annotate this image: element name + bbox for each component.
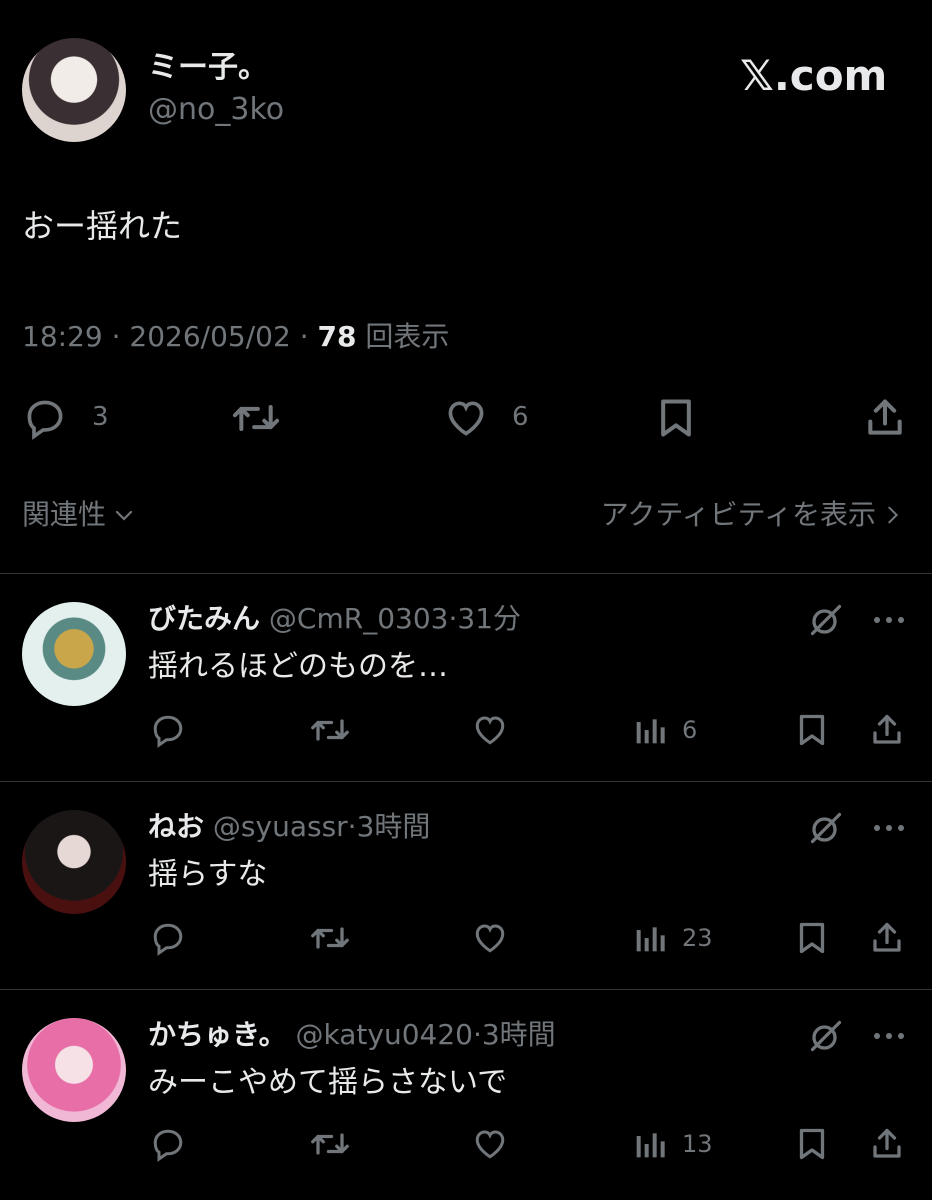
share-icon[interactable] — [868, 920, 906, 956]
reply-author-name[interactable]: ねお — [148, 810, 204, 843]
bookmark-icon[interactable] — [794, 920, 830, 956]
grok-icon[interactable] — [808, 1018, 844, 1054]
sort-label: 関連性 — [22, 498, 107, 531]
post-text: おー揺れた — [22, 207, 183, 245]
reply-author-handle[interactable]: @CmR_0303 — [269, 602, 449, 635]
like-icon[interactable] — [470, 920, 510, 956]
reply-time[interactable]: 3時間 — [482, 1018, 556, 1051]
reply-text: 揺らすな — [148, 857, 268, 892]
view-activity-link[interactable]: アクティビティを表示 — [601, 497, 904, 533]
reply-time[interactable]: 3時間 — [357, 810, 431, 843]
bookmark-icon[interactable] — [654, 396, 698, 440]
reply-item[interactable]: かちゅき。 @katyu0420·3時間 みーこやめて揺らさないで 13 — [0, 990, 932, 1200]
repost-icon[interactable] — [308, 1126, 352, 1162]
like-icon[interactable] — [470, 712, 510, 748]
meta-separator: · — [299, 320, 309, 353]
post-time: 18:29 — [22, 320, 103, 353]
meta-separator: · — [347, 810, 357, 843]
reply-count: 3 — [92, 402, 109, 432]
reply-avatar[interactable] — [22, 1018, 126, 1122]
reply-icon[interactable] — [148, 920, 188, 956]
views-icon[interactable] — [634, 922, 666, 954]
share-icon[interactable] — [862, 396, 908, 440]
reply-header: かちゅき。 @katyu0420·3時間 — [148, 1018, 556, 1052]
reply-author-name[interactable]: かちゅき。 — [148, 1018, 287, 1051]
like-count: 6 — [512, 402, 529, 432]
author-name[interactable]: ミー子。 — [148, 50, 268, 86]
reply-author-name[interactable]: びたみん — [148, 602, 260, 635]
views-label: 回表示 — [365, 320, 450, 353]
repost-icon[interactable] — [230, 396, 282, 440]
reply-icon[interactable] — [148, 1126, 188, 1162]
views-icon[interactable] — [634, 1128, 666, 1160]
post-date[interactable]: 2026/05/02 — [129, 320, 290, 353]
reply-text: みーこやめて揺らさないで — [148, 1065, 508, 1100]
more-options-icon[interactable] — [872, 822, 906, 834]
grok-icon[interactable] — [808, 602, 844, 638]
views-count: 23 — [682, 924, 713, 952]
author-avatar[interactable] — [22, 38, 126, 142]
reply-author-handle[interactable]: @syuassr — [213, 810, 348, 843]
reply-header: びたみん @CmR_0303·31分 — [148, 602, 521, 636]
chevron-down-icon — [112, 503, 136, 527]
repost-icon[interactable] — [308, 920, 352, 956]
views-icon[interactable] — [634, 714, 666, 746]
like-icon[interactable] — [470, 1126, 510, 1162]
views-count: 13 — [682, 1130, 713, 1158]
like-icon[interactable] — [442, 396, 490, 440]
bookmark-icon[interactable] — [794, 1126, 830, 1162]
views-count: 78 — [317, 320, 357, 353]
chevron-right-icon — [882, 503, 904, 527]
more-options-icon[interactable] — [872, 1030, 906, 1042]
reply-item[interactable]: ねお @syuassr·3時間 揺らすな 23 — [0, 782, 932, 988]
reply-text: 揺れるほどのものを… — [148, 649, 448, 684]
x-brand-logo: 𝕏.com — [740, 51, 888, 100]
reply-icon[interactable] — [22, 396, 68, 440]
post-meta: 18:29 · 2026/05/02 · 78 回表示 — [22, 320, 449, 354]
author-handle[interactable]: @no_3ko — [148, 92, 284, 128]
meta-separator: · — [111, 320, 121, 353]
reply-avatar[interactable] — [22, 810, 126, 914]
share-icon[interactable] — [868, 1126, 906, 1162]
sort-dropdown[interactable]: 関連性 — [22, 497, 136, 533]
reply-icon[interactable] — [148, 712, 188, 748]
repost-icon[interactable] — [308, 712, 352, 748]
reply-time[interactable]: 31分 — [457, 602, 521, 635]
reply-author-handle[interactable]: @katyu0420 — [296, 1018, 473, 1051]
share-icon[interactable] — [868, 712, 906, 748]
more-options-icon[interactable] — [872, 614, 906, 626]
bookmark-icon[interactable] — [794, 712, 830, 748]
reply-item[interactable]: びたみん @CmR_0303·31分 揺れるほどのものを… 6 — [0, 574, 932, 780]
grok-icon[interactable] — [808, 810, 844, 846]
view-activity-label: アクティビティを表示 — [600, 498, 876, 531]
meta-separator: · — [472, 1018, 482, 1051]
views-count: 6 — [682, 716, 698, 744]
reply-header: ねお @syuassr·3時間 — [148, 810, 430, 844]
reply-avatar[interactable] — [22, 602, 126, 706]
